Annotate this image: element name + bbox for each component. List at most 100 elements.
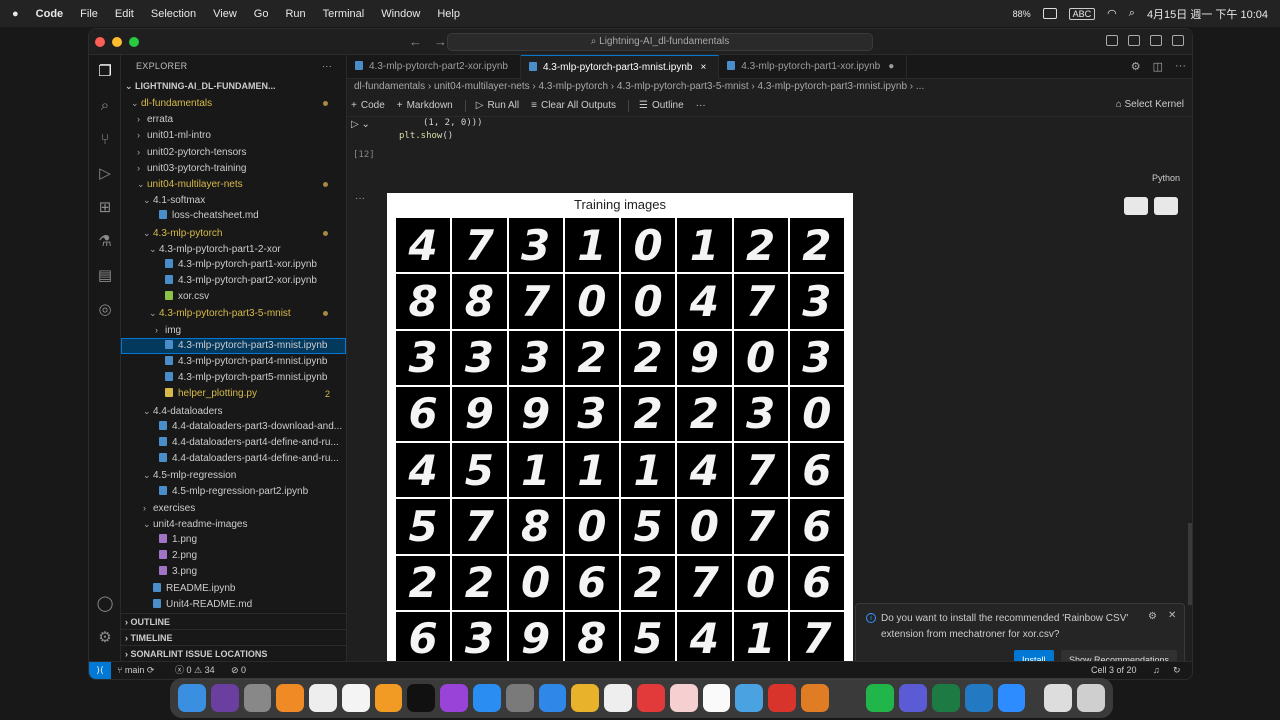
system-settings-icon[interactable] (505, 684, 534, 712)
apple-icon[interactable]: ● (12, 8, 19, 20)
menu-app-name[interactable]: Code (36, 8, 64, 20)
remote-explorer-icon[interactable]: ◎ (96, 301, 114, 319)
tree-folder[interactable]: ⌄ 4.5-mlp-regression (121, 467, 346, 483)
toggle-panel-icon[interactable] (1128, 35, 1140, 46)
extensions-icon[interactable]: ⊞ (96, 199, 114, 217)
pencil-app-icon[interactable] (276, 684, 305, 712)
reminders-icon[interactable] (341, 684, 370, 712)
close-tab-icon[interactable]: × (700, 62, 706, 73)
tree-file[interactable]: 4.3-mlp-pytorch-part3-mnist.ipynb (121, 337, 346, 354)
code-cell[interactable]: (1, 2, 0))) plt.show() (399, 117, 483, 143)
launchpad-icon[interactable] (243, 684, 272, 712)
app-store-icon[interactable] (473, 684, 501, 712)
tree-folder[interactable]: › unit01-ml-intro (121, 127, 346, 143)
toggle-sidebar-icon[interactable] (1106, 35, 1118, 46)
menu-help[interactable]: Help (437, 8, 460, 20)
feedback-icon[interactable]: ↻ (1173, 662, 1181, 679)
tree-folder[interactable]: › unit03-pytorch-training (121, 160, 346, 176)
sublime-icon[interactable] (833, 684, 862, 712)
tree-folder[interactable]: ⌄ unit04-multilayer-nets (121, 176, 346, 192)
outline-button[interactable]: ☰ Outline (639, 100, 684, 111)
tree-file[interactable]: helper_plotting.py 2 (121, 386, 346, 402)
document-icon[interactable] (1044, 684, 1073, 712)
tree-file[interactable]: 4.4-dataloaders-part4-define-and-ru... (121, 451, 346, 467)
chrome-icon[interactable] (571, 684, 600, 712)
breadcrumb-item[interactable]: 4.3-mlp-pytorch-part3-5-mnist (617, 81, 749, 92)
tree-folder[interactable]: ⌄ unit4-readme-images (121, 516, 346, 532)
tab-part2-xor[interactable]: 4.3-mlp-pytorch-part2-xor.ipynb (347, 55, 521, 79)
notion-app-icon[interactable] (899, 684, 927, 712)
cell-language[interactable]: Python (1152, 173, 1180, 183)
mosaic-app-icon[interactable] (309, 684, 337, 712)
problems-indicator[interactable]: ⓧ 0 ⚠ 34 (175, 662, 215, 679)
tree-file[interactable]: 4.3-mlp-pytorch-part2-xor.ipynb (121, 273, 346, 289)
command-center-search[interactable]: ⌕ Lightning-AI_dl-fundamentals (447, 33, 873, 51)
copy-output-icon[interactable] (1124, 197, 1148, 215)
breadcrumb-item[interactable]: unit04-multilayer-nets (434, 81, 530, 92)
settings-gear-icon[interactable]: ⚙ (96, 629, 114, 647)
toggle-secondary-sidebar-icon[interactable] (1150, 35, 1162, 46)
flower-app-icon[interactable] (669, 684, 698, 712)
notes-app-icon[interactable] (702, 684, 731, 712)
tree-file[interactable]: 3.png (121, 564, 346, 580)
tree-file[interactable]: Unit4-README.md (121, 597, 346, 613)
more-actions-icon[interactable]: ··· (1175, 60, 1186, 73)
testing-icon[interactable]: ⚗ (96, 233, 114, 251)
outline-section[interactable]: › OUTLINE (121, 613, 346, 629)
tree-folder[interactable]: ⌄ 4.3-mlp-pytorch-part1-2-xor (121, 241, 346, 257)
tree-file[interactable]: 4.3-mlp-pytorch-part4-mnist.ipynb (121, 354, 346, 370)
close-window-button[interactable] (95, 37, 105, 47)
gear-icon[interactable]: ⚙ (1131, 60, 1141, 73)
input-source[interactable]: ABC (1068, 7, 1096, 20)
slack-icon[interactable] (604, 684, 632, 712)
editor-scrollbar[interactable] (1188, 523, 1192, 605)
cell-indicator[interactable]: Cell 3 of 20 (1091, 662, 1137, 679)
unsaved-dot-icon[interactable]: ● (888, 61, 894, 72)
minimize-window-button[interactable] (112, 37, 122, 47)
forward-arrow-icon[interactable]: → (434, 34, 447, 49)
xmind-icon[interactable] (636, 684, 665, 712)
menu-terminal[interactable]: Terminal (323, 8, 365, 20)
tree-file[interactable]: 1.png (121, 532, 346, 548)
tree-folder[interactable]: ⌄ 4.1-softmax (121, 192, 346, 208)
menu-file[interactable]: File (80, 8, 98, 20)
tree-file[interactable]: 4.3-mlp-pytorch-part1-xor.ipynb (121, 257, 346, 273)
timeline-section[interactable]: › TIMELINE (121, 629, 346, 645)
wifi-icon[interactable]: ◠ (1107, 7, 1117, 20)
add-markdown-cell-button[interactable]: + Markdown (397, 100, 453, 111)
tab-part3-mnist[interactable]: 4.3-mlp-pytorch-part3-mnist.ipynb × (520, 55, 720, 79)
tree-folder[interactable]: › exercises (121, 500, 346, 516)
branch-indicator[interactable]: ⑂ main ⟳ (117, 662, 154, 679)
tree-folder[interactable]: ⌄ 4.4-dataloaders (121, 403, 346, 419)
tree-file[interactable]: 4.4-dataloaders-part4-define-and-ru... (121, 435, 346, 451)
acrobat-icon[interactable] (768, 684, 796, 712)
tree-folder[interactable]: › img (121, 322, 346, 338)
tree-file[interactable]: 4.3-mlp-pytorch-part5-mnist.ipynb (121, 370, 346, 386)
output-actions-icon[interactable]: ··· (355, 193, 365, 204)
menu-edit[interactable]: Edit (115, 8, 134, 20)
customize-layout-icon[interactable] (1172, 35, 1184, 46)
menu-go[interactable]: Go (254, 8, 269, 20)
trash-icon[interactable] (1077, 684, 1105, 712)
source-control-icon[interactable]: ⑂ (96, 131, 114, 149)
add-code-cell-button[interactable]: + Code (351, 100, 385, 111)
tree-folder[interactable]: › unit02-pytorch-tensors (121, 144, 346, 160)
siri-icon[interactable] (210, 684, 239, 712)
clear-outputs-button[interactable]: ≡ Clear All Outputs (531, 100, 616, 111)
save-output-icon[interactable] (1154, 197, 1178, 215)
pages-icon[interactable] (800, 684, 829, 712)
breadcrumb-item[interactable]: dl-fundamentals (354, 81, 425, 92)
tree-file[interactable]: 4.4-dataloaders-part3-download-and... (121, 419, 346, 435)
memory-indicator[interactable]: 88% (1013, 9, 1031, 19)
tree-file[interactable]: xor.csv (121, 289, 346, 305)
explorer-icon[interactable]: ❐ (96, 63, 114, 81)
tree-folder[interactable]: ⌄ dl-fundamentals (121, 95, 346, 111)
books-icon[interactable] (374, 684, 403, 712)
menu-window[interactable]: Window (381, 8, 420, 20)
zoom-window-button[interactable] (129, 37, 139, 47)
tree-folder[interactable]: ⌄ 4.3-mlp-pytorch (121, 225, 346, 241)
breadcrumb-item[interactable]: ... (916, 81, 924, 92)
preview-icon[interactable] (735, 684, 764, 712)
battery-icon[interactable] (1042, 8, 1057, 19)
run-all-button[interactable]: ▷ Run All (476, 100, 519, 111)
